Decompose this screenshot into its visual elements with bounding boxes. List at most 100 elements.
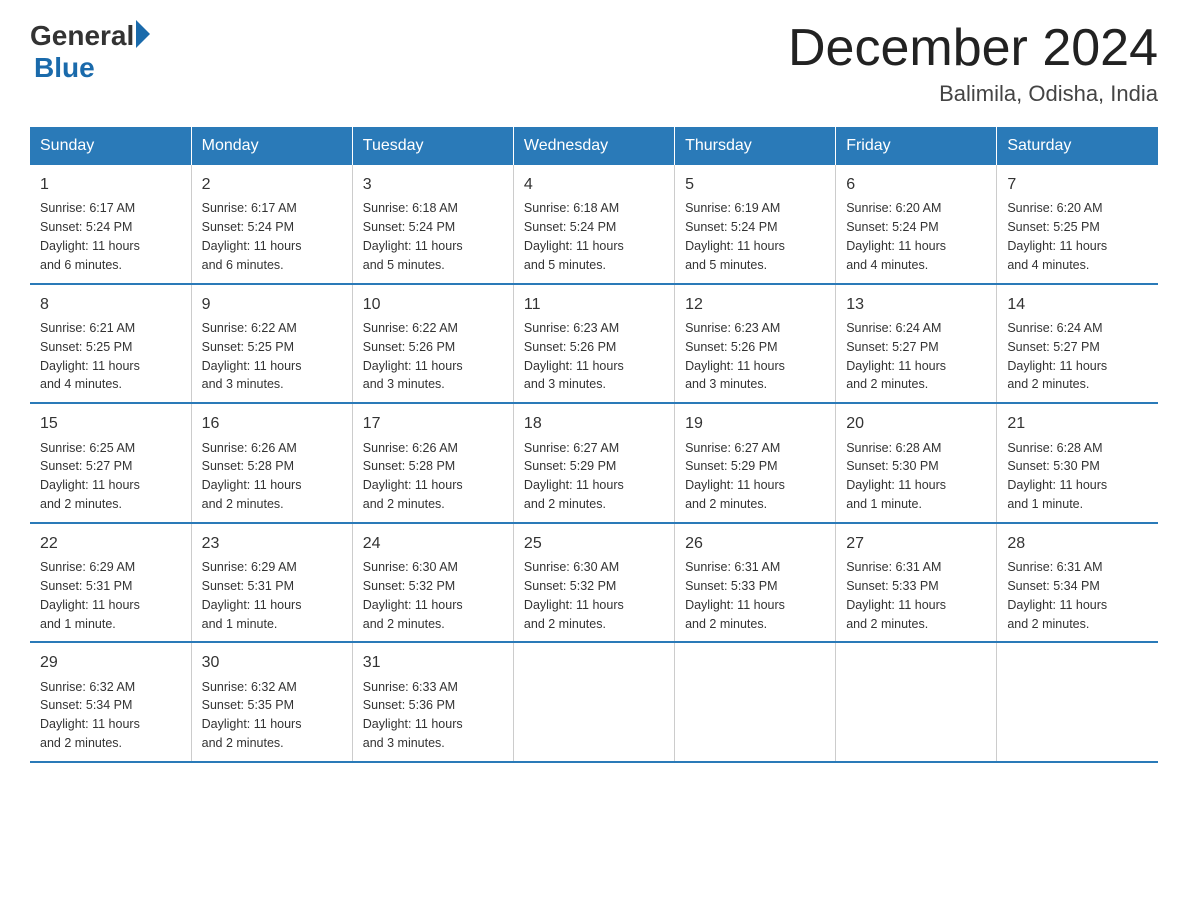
day-info: Sunrise: 6:24 AM Sunset: 5:27 PM Dayligh… [846,321,946,392]
calendar-cell: 29 Sunrise: 6:32 AM Sunset: 5:34 PM Dayli… [30,642,191,762]
calendar-cell: 24 Sunrise: 6:30 AM Sunset: 5:32 PM Dayli… [352,523,513,643]
week-row-3: 15 Sunrise: 6:25 AM Sunset: 5:27 PM Dayli… [30,403,1158,523]
calendar-cell [836,642,997,762]
day-number: 9 [202,293,342,316]
day-number: 31 [363,651,503,674]
calendar-cell: 8Sunrise: 6:21 AM Sunset: 5:25 PM Daylig… [30,284,191,404]
day-info: Sunrise: 6:25 AM Sunset: 5:27 PM Dayligh… [40,441,140,512]
week-row-2: 8Sunrise: 6:21 AM Sunset: 5:25 PM Daylig… [30,284,1158,404]
calendar-cell: 20 Sunrise: 6:28 AM Sunset: 5:30 PM Dayli… [836,403,997,523]
day-number: 2 [202,173,342,196]
calendar-cell: 30 Sunrise: 6:32 AM Sunset: 5:35 PM Dayli… [191,642,352,762]
calendar-table: SundayMondayTuesdayWednesdayThursdayFrid… [30,127,1158,763]
day-info: Sunrise: 6:18 AM Sunset: 5:24 PM Dayligh… [524,201,624,272]
day-info: Sunrise: 6:30 AM Sunset: 5:32 PM Dayligh… [363,560,463,631]
day-number: 27 [846,532,986,555]
day-info: Sunrise: 6:32 AM Sunset: 5:35 PM Dayligh… [202,680,302,751]
calendar-cell: 1Sunrise: 6:17 AM Sunset: 5:24 PM Daylig… [30,165,191,284]
header-row: SundayMondayTuesdayWednesdayThursdayFrid… [30,127,1158,165]
day-number: 24 [363,532,503,555]
calendar-cell: 21Sunrise: 6:28 AM Sunset: 5:30 PM Dayli… [997,403,1158,523]
day-number: 15 [40,412,181,435]
day-number: 6 [846,173,986,196]
day-number: 23 [202,532,342,555]
calendar-cell: 5 Sunrise: 6:19 AM Sunset: 5:24 PM Daylig… [675,165,836,284]
day-number: 21 [1007,412,1148,435]
week-row-1: 1 Sunrise: 6:17 AM Sunset: 5:24 PM Daylig… [30,165,1158,284]
day-number: 12 [685,293,825,316]
day-info: Sunrise: 6:29 AM Sunset: 5:31 PM Dayligh… [40,560,140,631]
calendar-cell [997,642,1158,762]
day-number: 22 [40,532,181,555]
day-info: Sunrise: 6:20 AM Sunset: 5:24 PM Dayligh… [846,201,946,272]
calendar-cell: 16 Sunrise: 6:26 AM Sunset: 5:28 PM Dayli… [191,403,352,523]
logo-arrow-icon [136,20,150,48]
calendar-cell: 11Sunrise: 6:23 AM Sunset: 5:26 PM Dayli… [513,284,674,404]
calendar-cell: 31 Sunrise: 6:33 AM Sunset: 5:36 PM Dayli… [352,642,513,762]
day-info: Sunrise: 6:17 AM Sunset: 5:24 PM Dayligh… [202,201,302,272]
day-info: Sunrise: 6:20 AM Sunset: 5:25 PM Dayligh… [1007,201,1107,272]
day-info: Sunrise: 6:30 AM Sunset: 5:32 PM Dayligh… [524,560,624,631]
day-number: 11 [524,293,664,316]
day-info: Sunrise: 6:22 AM Sunset: 5:25 PM Dayligh… [202,321,302,392]
calendar-cell: 26Sunrise: 6:31 AM Sunset: 5:33 PM Dayli… [675,523,836,643]
logo: General Blue [30,20,150,84]
day-info: Sunrise: 6:32 AM Sunset: 5:34 PM Dayligh… [40,680,140,751]
calendar-cell: 22 Sunrise: 6:29 AM Sunset: 5:31 PM Dayli… [30,523,191,643]
day-number: 1 [40,173,181,196]
day-info: Sunrise: 6:18 AM Sunset: 5:24 PM Dayligh… [363,201,463,272]
calendar-cell: 15 Sunrise: 6:25 AM Sunset: 5:27 PM Dayli… [30,403,191,523]
day-info: Sunrise: 6:31 AM Sunset: 5:34 PM Dayligh… [1007,560,1107,631]
page-header: General Blue December 2024 Balimila, Odi… [30,20,1158,107]
day-number: 5 [685,173,825,196]
day-info: Sunrise: 6:26 AM Sunset: 5:28 PM Dayligh… [202,441,302,512]
day-info: Sunrise: 6:19 AM Sunset: 5:24 PM Dayligh… [685,201,785,272]
header-day-sunday: Sunday [30,127,191,165]
logo-blue-text: Blue [34,52,95,84]
header-day-wednesday: Wednesday [513,127,674,165]
header-day-tuesday: Tuesday [352,127,513,165]
calendar-cell: 4 Sunrise: 6:18 AM Sunset: 5:24 PM Daylig… [513,165,674,284]
day-number: 30 [202,651,342,674]
day-number: 29 [40,651,181,674]
calendar-cell: 10Sunrise: 6:22 AM Sunset: 5:26 PM Dayli… [352,284,513,404]
calendar-cell [675,642,836,762]
calendar-cell: 7 Sunrise: 6:20 AM Sunset: 5:25 PM Daylig… [997,165,1158,284]
title-block: December 2024 Balimila, Odisha, India [788,20,1158,107]
day-number: 13 [846,293,986,316]
day-number: 17 [363,412,503,435]
day-number: 10 [363,293,503,316]
day-info: Sunrise: 6:26 AM Sunset: 5:28 PM Dayligh… [363,441,463,512]
calendar-cell: 14 Sunrise: 6:24 AM Sunset: 5:27 PM Dayli… [997,284,1158,404]
day-number: 26 [685,532,825,555]
calendar-cell: 25Sunrise: 6:30 AM Sunset: 5:32 PM Dayli… [513,523,674,643]
day-info: Sunrise: 6:31 AM Sunset: 5:33 PM Dayligh… [846,560,946,631]
day-info: Sunrise: 6:27 AM Sunset: 5:29 PM Dayligh… [685,441,785,512]
day-number: 7 [1007,173,1148,196]
day-number: 20 [846,412,986,435]
day-number: 3 [363,173,503,196]
calendar-cell: 28 Sunrise: 6:31 AM Sunset: 5:34 PM Dayli… [997,523,1158,643]
week-row-5: 29 Sunrise: 6:32 AM Sunset: 5:34 PM Dayli… [30,642,1158,762]
day-info: Sunrise: 6:23 AM Sunset: 5:26 PM Dayligh… [685,321,785,392]
calendar-subtitle: Balimila, Odisha, India [788,81,1158,107]
header-day-thursday: Thursday [675,127,836,165]
day-info: Sunrise: 6:33 AM Sunset: 5:36 PM Dayligh… [363,680,463,751]
day-number: 14 [1007,293,1148,316]
calendar-cell: 19Sunrise: 6:27 AM Sunset: 5:29 PM Dayli… [675,403,836,523]
day-number: 18 [524,412,664,435]
header-day-monday: Monday [191,127,352,165]
day-info: Sunrise: 6:21 AM Sunset: 5:25 PM Dayligh… [40,321,140,392]
day-number: 4 [524,173,664,196]
calendar-cell: 2 Sunrise: 6:17 AM Sunset: 5:24 PM Daylig… [191,165,352,284]
day-info: Sunrise: 6:29 AM Sunset: 5:31 PM Dayligh… [202,560,302,631]
calendar-cell: 23 Sunrise: 6:29 AM Sunset: 5:31 PM Dayli… [191,523,352,643]
calendar-cell: 18Sunrise: 6:27 AM Sunset: 5:29 PM Dayli… [513,403,674,523]
day-info: Sunrise: 6:24 AM Sunset: 5:27 PM Dayligh… [1007,321,1107,392]
day-number: 16 [202,412,342,435]
header-day-friday: Friday [836,127,997,165]
header-day-saturday: Saturday [997,127,1158,165]
calendar-cell: 17 Sunrise: 6:26 AM Sunset: 5:28 PM Dayli… [352,403,513,523]
day-number: 28 [1007,532,1148,555]
day-info: Sunrise: 6:28 AM Sunset: 5:30 PM Dayligh… [846,441,946,512]
